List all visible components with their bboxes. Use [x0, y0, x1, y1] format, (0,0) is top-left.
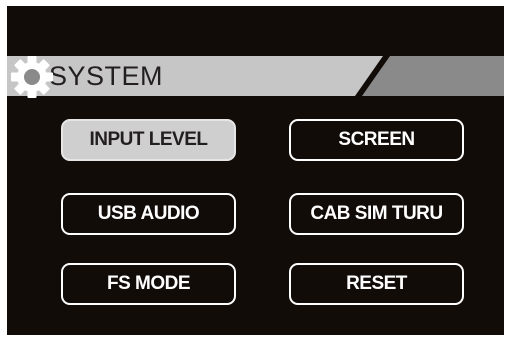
page-title: SYSTEM	[49, 61, 164, 91]
cab-sim-turu-button[interactable]: CAB SIM TURU	[289, 193, 464, 235]
fs-mode-button[interactable]: FS MODE	[61, 263, 236, 305]
usb-audio-button[interactable]: USB AUDIO	[61, 193, 236, 235]
gear-icon[interactable]	[7, 52, 57, 102]
input-level-button[interactable]: INPUT LEVEL	[61, 119, 236, 161]
screen-button[interactable]: SCREEN	[289, 119, 464, 161]
system-menu-screen: SYSTEM INPUT LEVEL SCREEN USB AUDIO CAB …	[7, 6, 504, 335]
header-bar: SYSTEM	[7, 52, 504, 100]
reset-button[interactable]: RESET	[289, 263, 464, 305]
